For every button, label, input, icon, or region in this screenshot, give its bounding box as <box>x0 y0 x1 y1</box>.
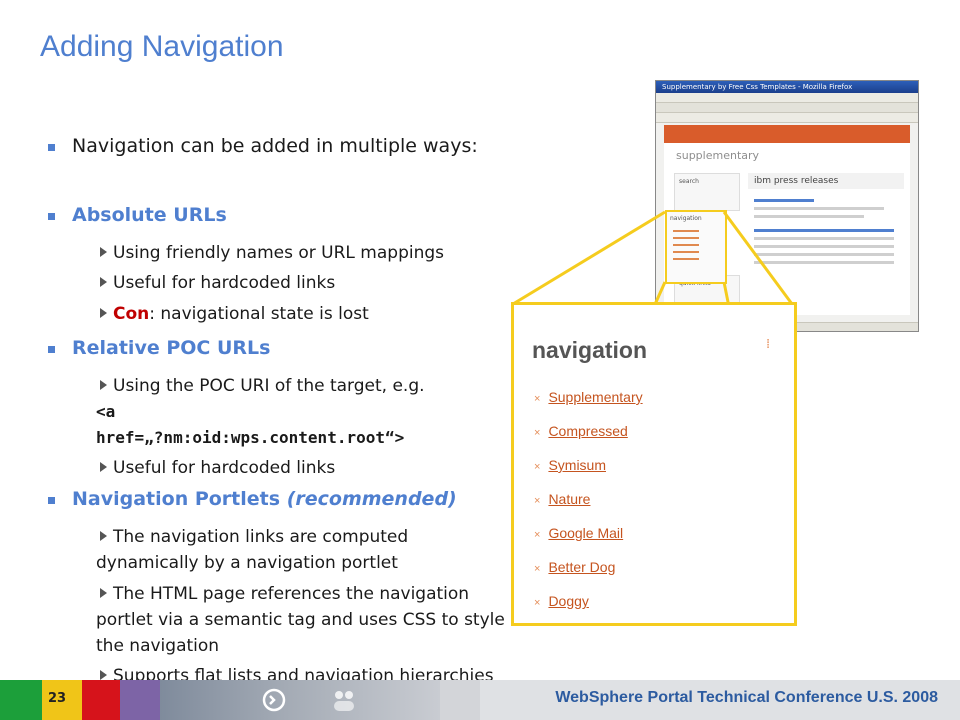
x-bullet-icon: × <box>534 393 541 405</box>
nav-item-symisum[interactable]: × Symisum <box>534 457 606 473</box>
navigation-heading: navigation <box>532 337 648 363</box>
people-icon <box>334 691 354 711</box>
page-number: 23 <box>48 691 67 706</box>
footer-green-block <box>0 680 42 720</box>
footer-purple-block <box>120 680 160 720</box>
nav-item-supplementary[interactable]: × Supplementary <box>534 389 643 405</box>
dots-icon: ⁞ <box>766 337 771 352</box>
nav-item-nature[interactable]: × Nature <box>534 491 590 507</box>
x-bullet-icon: × <box>534 495 541 507</box>
x-bullet-icon: × <box>534 563 541 575</box>
zoom-connector-lines <box>511 210 794 623</box>
x-bullet-icon: × <box>534 597 541 609</box>
nav-link[interactable]: Better Dog <box>548 559 615 575</box>
nav-link[interactable]: Supplementary <box>548 389 642 405</box>
arrow-circle-icon <box>262 688 286 712</box>
nav-item-google-mail[interactable]: × Google Mail <box>534 525 623 541</box>
nav-link[interactable]: Symisum <box>548 457 606 473</box>
nav-item-compressed[interactable]: × Compressed <box>534 423 628 439</box>
nav-item-doggy[interactable]: × Doggy <box>534 593 589 609</box>
x-bullet-icon: × <box>534 427 541 439</box>
nav-link[interactable]: Google Mail <box>548 525 623 541</box>
nav-link[interactable]: Nature <box>548 491 590 507</box>
footer-bar: 23 WebSphere Portal Technical Conference… <box>0 680 960 720</box>
footer-grey-block <box>440 680 480 720</box>
x-bullet-icon: × <box>534 529 541 541</box>
footer-red-block <box>82 680 120 720</box>
footer-image-strip <box>160 680 440 720</box>
conference-title: WebSphere Portal Technical Conference U.… <box>555 689 938 706</box>
x-bullet-icon: × <box>534 461 541 473</box>
nav-link[interactable]: Doggy <box>548 593 588 609</box>
nav-item-better-dog[interactable]: × Better Dog <box>534 559 615 575</box>
navigation-portlet-zoom: navigation ⁞ × Supplementary × Compressed … <box>511 302 797 626</box>
nav-link[interactable]: Compressed <box>548 423 627 439</box>
